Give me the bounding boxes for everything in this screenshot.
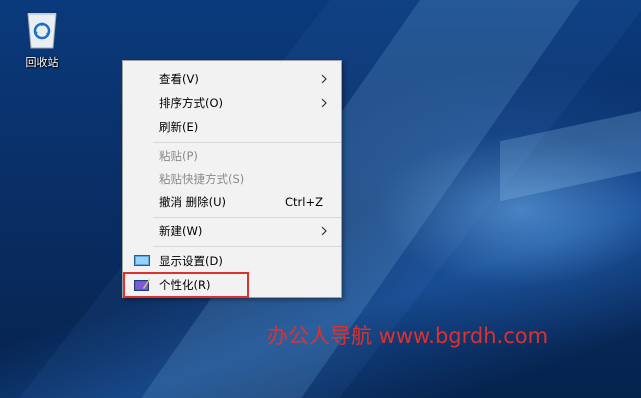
menu-item-undo-delete[interactable]: 撤消 删除(U) Ctrl+Z bbox=[123, 191, 341, 213]
menu-separator bbox=[153, 217, 341, 218]
watermark-text: 办公人导航 www.bgrdh.com bbox=[267, 324, 549, 348]
recycle-bin-icon bbox=[27, 13, 57, 49]
menu-item-refresh[interactable]: 刷新(E) bbox=[123, 116, 341, 138]
recycle-bin-shortcut[interactable]: 回收站 bbox=[14, 8, 70, 72]
highlight-box bbox=[123, 272, 249, 298]
chevron-right-icon bbox=[321, 98, 327, 108]
chevron-right-icon bbox=[321, 226, 327, 236]
menu-item-display-settings[interactable]: 显示设置(D) bbox=[123, 250, 341, 272]
menu-item-sort-by[interactable]: 排序方式(O) bbox=[123, 92, 341, 114]
menu-separator bbox=[153, 246, 341, 247]
menu-item-view[interactable]: 查看(V) bbox=[123, 68, 341, 90]
menu-item-label: 撤消 删除(U) bbox=[159, 195, 227, 209]
menu-item-label: 显示设置(D) bbox=[159, 254, 223, 268]
menu-item-shortcut: Ctrl+Z bbox=[285, 195, 323, 209]
menu-item-label: 粘贴(P) bbox=[159, 149, 198, 163]
menu-item-label: 查看(V) bbox=[159, 72, 199, 86]
recycle-bin-label: 回收站 bbox=[25, 56, 59, 69]
desktop-context-menu: 查看(V) 排序方式(O) 刷新(E) 粘贴(P) 粘贴快捷方式(S) 撤消 删… bbox=[122, 60, 342, 298]
menu-separator bbox=[153, 142, 341, 143]
display-settings-icon bbox=[134, 255, 150, 266]
chevron-right-icon bbox=[321, 74, 327, 84]
menu-item-new[interactable]: 新建(W) bbox=[123, 220, 341, 242]
menu-item-label: 刷新(E) bbox=[159, 120, 199, 134]
menu-item-paste: 粘贴(P) bbox=[123, 145, 341, 167]
menu-item-paste-shortcut: 粘贴快捷方式(S) bbox=[123, 168, 341, 190]
menu-item-label: 粘贴快捷方式(S) bbox=[159, 172, 245, 186]
menu-item-label: 新建(W) bbox=[159, 224, 203, 238]
menu-item-label: 排序方式(O) bbox=[159, 96, 224, 110]
